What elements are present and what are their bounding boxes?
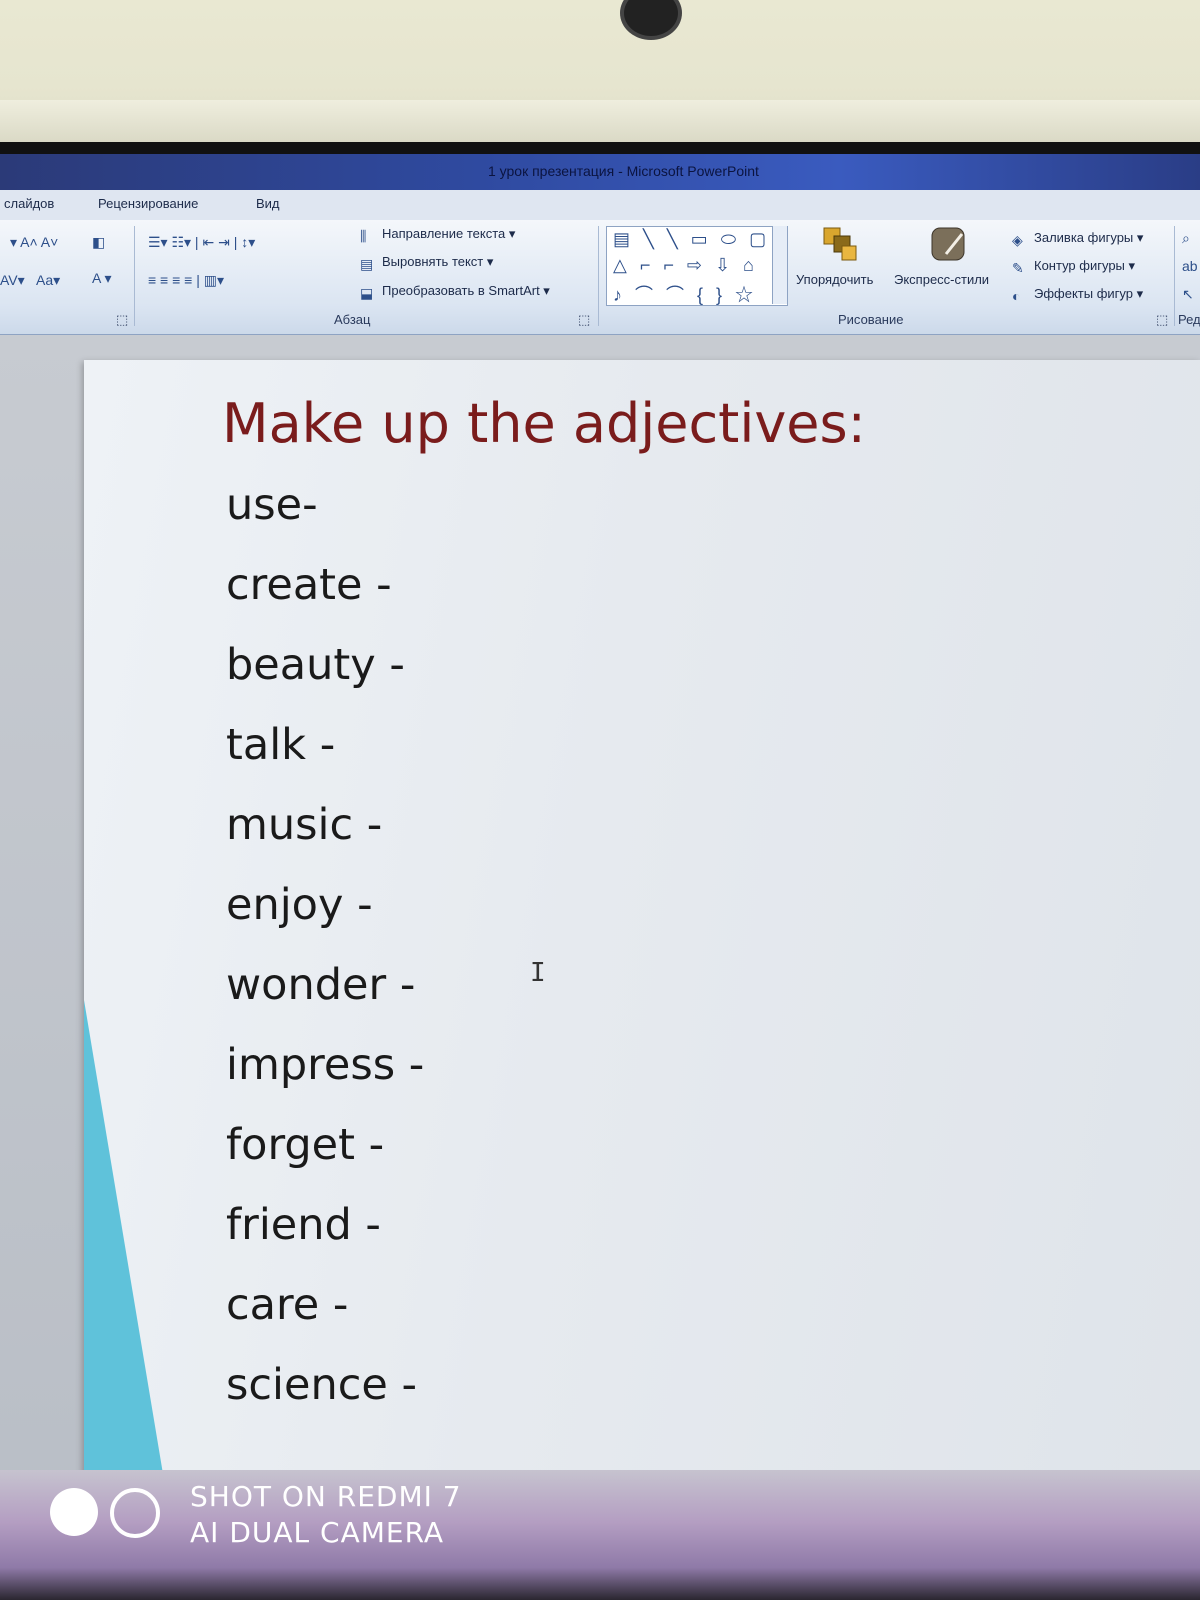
- word-item[interactable]: beauty -: [226, 640, 405, 690]
- char-spacing-button[interactable]: AV▾: [0, 272, 25, 289]
- arrange-icon: [823, 227, 857, 261]
- word-item[interactable]: create -: [226, 560, 392, 610]
- bezel-edge: [0, 142, 1200, 154]
- slide-canvas[interactable]: Make up the adjectives: use- create - be…: [84, 360, 1200, 1476]
- text-direction-icon: ⫼: [360, 228, 367, 244]
- font-dialog-launcher-icon[interactable]: ⬚: [116, 312, 128, 328]
- change-case-button[interactable]: Aa▾: [36, 272, 60, 289]
- word-item[interactable]: use-: [226, 480, 318, 530]
- shape-effects-button[interactable]: ◐ Эффекты фигур ▾: [1012, 286, 1143, 304]
- group-separator: [598, 226, 599, 326]
- arrange-button[interactable]: Упорядочить: [796, 272, 873, 287]
- group-separator: [1174, 226, 1175, 326]
- slide-accent-shape: [84, 1000, 164, 1476]
- text-direction-button[interactable]: ⫼ Направление текста ▾: [360, 226, 515, 244]
- watermark-dot-icon: [50, 1488, 98, 1536]
- word-item[interactable]: impress -: [226, 1040, 424, 1090]
- quick-styles-button[interactable]: Экспресс-стили: [894, 272, 989, 287]
- group-separator: [134, 226, 135, 326]
- watermark-line-2: AI DUAL CAMERA: [190, 1516, 445, 1549]
- drawing-dialog-launcher-icon[interactable]: ⬚: [1156, 312, 1168, 328]
- word-item[interactable]: friend -: [226, 1200, 381, 1250]
- font-grow-button[interactable]: ▾ A˄ A˅: [10, 234, 58, 251]
- window-titlebar: 1 урок презентация - Microsoft PowerPoin…: [0, 154, 1200, 190]
- tab-slides[interactable]: слайдов: [4, 196, 54, 211]
- effects-icon: ◐: [1012, 288, 1021, 304]
- word-item[interactable]: talk -: [226, 720, 335, 770]
- word-item[interactable]: wonder -: [226, 960, 415, 1010]
- drawing-group-label: Рисование: [838, 312, 904, 327]
- text-cursor-icon: I: [530, 958, 546, 988]
- shapes-row-1: ▤ ╲ ╲ ▭ ⬭ ▢: [613, 229, 771, 249]
- shapes-gallery[interactable]: ▤ ╲ ╲ ▭ ⬭ ▢ △ ⌐ ⌐ ⇨ ⇩ ⌂ ♪ ⌒ ⌒ { } ☆: [606, 226, 788, 306]
- watermark-ring-icon: [110, 1488, 160, 1538]
- bullets-button[interactable]: ☰▾ ☷▾ | ⇤ ⇥ | ↕▾: [148, 234, 255, 251]
- shapes-row-2: △ ⌐ ⌐ ⇨ ⇩ ⌂: [613, 255, 758, 275]
- clear-format-icon[interactable]: ◧: [92, 234, 105, 251]
- paragraph-dialog-launcher-icon[interactable]: ⬚: [578, 312, 590, 328]
- monitor-bezel-shelf: [0, 100, 1200, 145]
- ribbon-tabs: слайдов Рецензирование Вид: [0, 190, 1200, 221]
- select-icon[interactable]: ↖: [1182, 286, 1194, 303]
- camera-watermark: SHOT ON REDMI 7 AI DUAL CAMERA: [50, 1478, 470, 1549]
- slide-title[interactable]: Make up the adjectives:: [222, 392, 866, 455]
- align-buttons[interactable]: ≡ ≡ ≡ ≡ | ▥▾: [148, 272, 224, 289]
- watermark-line-1: SHOT ON REDMI 7: [190, 1480, 462, 1513]
- find-icon[interactable]: ⌕: [1182, 230, 1190, 247]
- convert-smartart-button[interactable]: ⬓ Преобразовать в SmartArt ▾: [360, 283, 550, 301]
- shape-fill-button[interactable]: ◈ Заливка фигуры ▾: [1012, 230, 1143, 248]
- shapes-row-3: ♪ ⌒ ⌒ { } ☆: [613, 285, 758, 305]
- pencil-icon: ✎: [1012, 260, 1024, 276]
- replace-icon[interactable]: ab: [1182, 258, 1198, 274]
- font-color-button[interactable]: A ▾: [92, 270, 111, 287]
- tab-review[interactable]: Рецензирование: [98, 196, 198, 211]
- quick-styles-icon: [931, 227, 965, 261]
- ribbon: ▾ A˄ A˅ ◧ AV▾ Aa▾ A ▾ ⬚ ☰▾ ☷▾ | ⇤ ⇥ | ↕▾…: [0, 220, 1200, 335]
- align-text-icon: ▤: [360, 256, 374, 272]
- tab-view[interactable]: Вид: [256, 196, 280, 211]
- paragraph-group-label: Абзац: [334, 312, 371, 327]
- shapes-gallery-scroll[interactable]: [772, 226, 787, 304]
- word-item[interactable]: care -: [226, 1280, 348, 1330]
- paint-bucket-icon: ◈: [1012, 232, 1023, 248]
- word-item[interactable]: forget -: [226, 1120, 384, 1170]
- word-item[interactable]: music -: [226, 800, 382, 850]
- window-title: 1 урок презентация - Microsoft PowerPoin…: [488, 163, 759, 179]
- align-text-button[interactable]: ▤ Выровнять текст ▾: [360, 254, 493, 272]
- word-item[interactable]: enjoy -: [226, 880, 373, 930]
- word-item[interactable]: science -: [226, 1360, 417, 1410]
- editing-group-label: Редакт: [1178, 312, 1200, 327]
- shape-outline-button[interactable]: ✎ Контур фигуры ▾: [1012, 258, 1135, 276]
- smartart-icon: ⬓: [360, 285, 374, 301]
